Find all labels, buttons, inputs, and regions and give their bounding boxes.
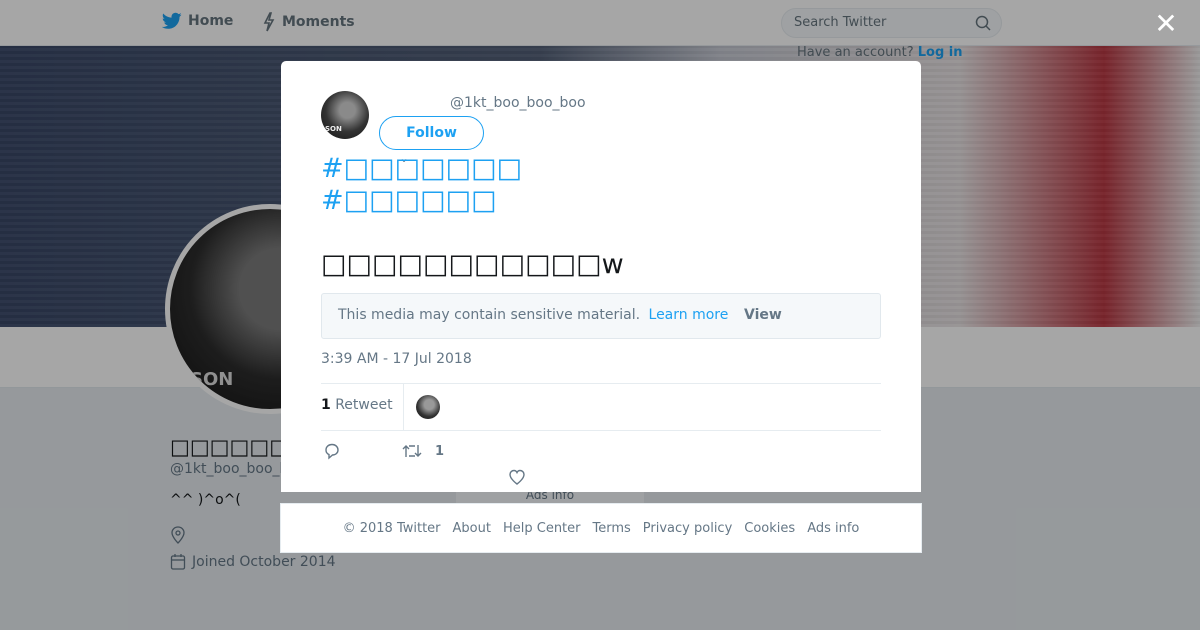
tweet-modal: SON @1kt_boo_boo_boo Follow ⌄ #□□□□□□□ #… [281,61,921,492]
tweet-author-avatar[interactable]: SON [321,91,369,139]
retweet-icon [402,445,422,457]
close-icon[interactable]: ✕ [1152,10,1180,38]
footer-copyright: © 2018 Twitter [342,520,441,536]
sensitive-notice-text: This media may contain sensitive materia… [338,307,641,323]
tweet-author-handle[interactable]: @1kt_boo_boo_boo [450,95,586,111]
retweet-count: 1 [321,397,331,413]
learn-more-link[interactable]: Learn more [649,307,729,323]
like-button[interactable] [508,468,526,486]
tweet-stats: 1 Retweet [321,383,881,431]
follow-button[interactable]: Follow [379,116,484,150]
footer-link-ads[interactable]: Ads info [807,521,859,536]
tweet-text: □□□□□□□□□□□w [321,249,624,280]
footer-link-cookies[interactable]: Cookies [744,521,795,536]
footer-link-about[interactable]: About [453,521,491,536]
retweet-button[interactable]: 1 [401,442,444,460]
footer-link-privacy[interactable]: Privacy policy [643,521,732,536]
modal-footer: © 2018 Twitter About Help Center Terms P… [280,503,922,553]
reply-icon [325,443,339,460]
retweet-stat[interactable]: 1 Retweet [321,397,393,413]
tweet-author-avatar-text: SON [325,125,342,133]
stats-divider [403,384,404,430]
reply-button[interactable] [323,442,341,460]
retweet-action-count: 1 [435,443,445,459]
heart-icon [509,469,525,485]
footer-link-terms[interactable]: Terms [593,521,631,536]
tweet-actions: 1 [321,442,881,485]
tweet-timestamp[interactable]: 3:39 AM - 17 Jul 2018 [321,351,472,367]
sensitive-media-notice: This media may contain sensitive materia… [321,293,881,339]
footer-link-help[interactable]: Help Center [503,521,581,536]
retweeter-avatar[interactable] [416,395,440,419]
view-media-button[interactable]: View [744,307,782,323]
hashtag-link[interactable]: #□□□□□□□ [321,153,522,184]
retweet-stat-label: Retweet [335,397,393,413]
hashtag-link[interactable]: #□□□□□□ [321,185,497,216]
